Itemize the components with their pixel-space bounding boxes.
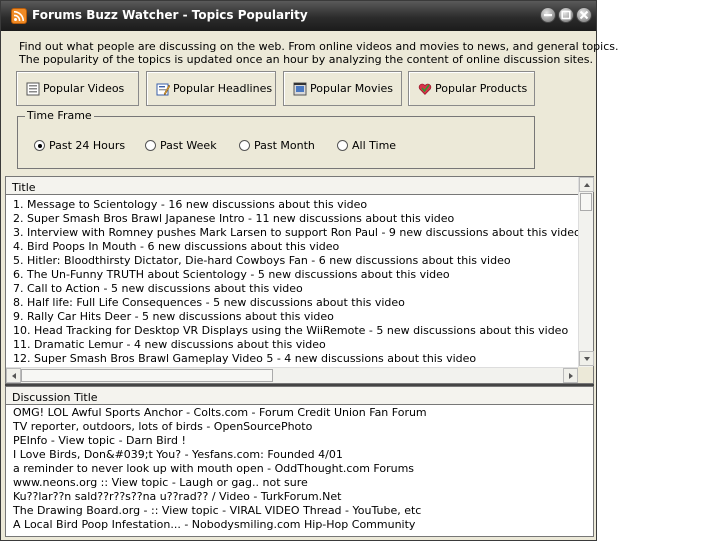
rss-icon <box>11 8 27 24</box>
minimize-button[interactable] <box>540 7 556 23</box>
video-icon <box>26 82 40 96</box>
radio-all-time[interactable]: All Time <box>337 139 396 152</box>
topics-vertical-scrollbar[interactable] <box>578 177 594 367</box>
radio-past-24-hours-label: Past 24 Hours <box>49 139 126 152</box>
discussion-row[interactable]: The Drawing Board.org - :: View topic - … <box>13 504 588 518</box>
time-frame-legend: Time Frame <box>25 109 94 122</box>
popular-headlines-label: Popular Headlines <box>173 82 273 95</box>
popular-movies-button[interactable]: Popular Movies <box>283 71 402 106</box>
popular-videos-label: Popular Videos <box>43 82 125 95</box>
discussions-list[interactable]: Discussion Title OMG! LOL Awful Sports A… <box>5 386 594 537</box>
discussion-row[interactable]: TV reporter, outdoors, lots of birds - O… <box>13 420 588 434</box>
topic-row[interactable]: 3. Interview with Romney pushes Mark Lar… <box>13 226 581 240</box>
radio-past-24-hours[interactable]: Past 24 Hours <box>34 139 125 152</box>
headline-icon <box>156 82 171 96</box>
title-column-header[interactable]: Title <box>6 177 579 195</box>
popular-products-label: Popular Products <box>435 82 528 95</box>
radio-past-week-label: Past Week <box>160 139 217 152</box>
topic-row[interactable]: 2. Super Smash Bros Brawl Japanese Intro… <box>13 212 578 226</box>
radio-past-month-indicator[interactable] <box>239 140 250 151</box>
description-line-1: Find out what people are discussing on t… <box>19 40 619 53</box>
scroll-left-arrow-icon[interactable] <box>6 368 21 383</box>
popular-headlines-button[interactable]: Popular Headlines <box>146 71 276 106</box>
scroll-down-arrow-icon[interactable] <box>579 351 594 366</box>
discussion-row[interactable]: A Local Bird Poop Infestation... - Nobod… <box>13 518 588 532</box>
scrollbar-corner <box>578 367 593 383</box>
description-line-2: The popularity of the topics is updated … <box>19 53 593 66</box>
title-bar[interactable]: Forums Buzz Watcher - Topics Popularity <box>1 1 596 31</box>
scroll-up-arrow-icon[interactable] <box>579 177 594 192</box>
topics-rows: 1. Message to Scientology - 16 new discu… <box>13 198 581 366</box>
popular-videos-button[interactable]: Popular Videos <box>16 71 139 106</box>
maximize-button[interactable] <box>558 7 574 23</box>
topics-list[interactable]: Title 1. Message to Scientology - 16 new… <box>5 176 594 384</box>
discussion-title-column-header[interactable]: Discussion Title <box>6 387 593 405</box>
time-frame-group: Time Frame Past 24 Hours Past Week Past … <box>17 109 535 169</box>
popular-movies-label: Popular Movies <box>310 82 394 95</box>
popular-products-button[interactable]: Popular Products <box>408 71 535 106</box>
discussion-row[interactable]: PEInfo - View topic - Darn Bird ! <box>13 434 588 448</box>
discussion-row[interactable]: a reminder to never look up with mouth o… <box>13 462 588 476</box>
horizontal-scroll-thumb[interactable] <box>21 369 273 382</box>
vertical-scroll-thumb[interactable] <box>580 193 592 211</box>
discussion-row[interactable]: www.neons.org :: View topic - Laugh or g… <box>13 476 588 490</box>
main-window: Forums Buzz Watcher - Topics Popularity … <box>0 0 619 541</box>
topic-row[interactable]: 12. Super Smash Bros Brawl Gameplay Vide… <box>13 352 578 366</box>
radio-all-time-label: All Time <box>352 139 397 152</box>
discussion-row[interactable]: I Love Birds, Don&#039;t You? - Yesfans.… <box>13 448 588 462</box>
scroll-right-arrow-icon[interactable] <box>563 368 578 383</box>
radio-past-week[interactable]: Past Week <box>145 139 217 152</box>
heart-icon <box>418 82 432 96</box>
topic-row[interactable]: 10. Head Tracking for Desktop VR Display… <box>13 324 578 338</box>
close-button[interactable] <box>576 7 592 23</box>
topic-row[interactable]: 11. Dramatic Lemur - 4 new discussions a… <box>13 338 578 352</box>
discussion-row[interactable]: Ku??lar??n sald??r??s??na u??rad?? / Vid… <box>13 490 588 504</box>
discussion-row[interactable]: OMG! LOL Awful Sports Anchor - Colts.com… <box>13 406 588 420</box>
topic-row[interactable]: 4. Bird Poops In Mouth - 6 new discussio… <box>13 240 578 254</box>
radio-all-time-indicator[interactable] <box>337 140 348 151</box>
topics-horizontal-scrollbar[interactable] <box>6 367 579 383</box>
discussion-rows: OMG! LOL Awful Sports Anchor - Colts.com… <box>13 406 588 532</box>
description: Find out what people are discussing on t… <box>19 40 619 66</box>
window-title: Forums Buzz Watcher - Topics Popularity <box>32 8 308 22</box>
movie-icon <box>293 82 307 96</box>
radio-past-24-hours-indicator[interactable] <box>34 140 45 151</box>
topic-row[interactable]: 1. Message to Scientology - 16 new discu… <box>13 198 578 212</box>
radio-past-month-label: Past Month <box>254 139 315 152</box>
topic-row[interactable]: 7. Call to Action - 5 new discussions ab… <box>13 282 578 296</box>
topic-row[interactable]: 6. The Un-Funny TRUTH about Scientology … <box>13 268 578 282</box>
topic-row[interactable]: 8. Half life: Full Life Consequences - 5… <box>13 296 578 310</box>
radio-past-month[interactable]: Past Month <box>239 139 315 152</box>
radio-past-week-indicator[interactable] <box>145 140 156 151</box>
topic-row[interactable]: 9. Rally Car Hits Deer - 5 new discussio… <box>13 310 578 324</box>
topic-row[interactable]: 5. Hitler: Bloodthirsty Dictator, Die-ha… <box>13 254 578 268</box>
